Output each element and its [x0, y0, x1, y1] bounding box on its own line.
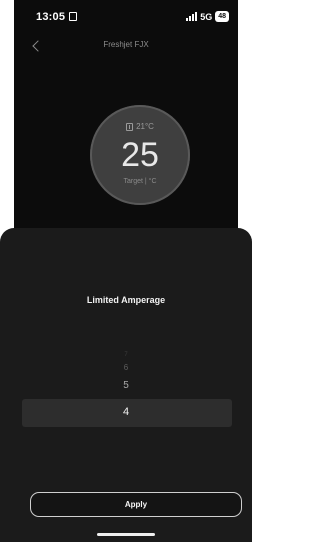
sheet-title: Limited Amperage [86, 295, 166, 305]
picker-selected-option[interactable]: 4 [0, 406, 252, 418]
picker-option[interactable]: 7 [0, 352, 252, 358]
apply-button[interactable]: Apply [30, 492, 242, 517]
screen-lock-icon [69, 12, 77, 21]
nav-bar: Freshjet FJX [14, 36, 238, 62]
picker-option[interactable]: 5 [0, 380, 252, 391]
page-title: Freshjet FJX [103, 40, 149, 49]
target-temp-label: Target | °C [123, 178, 157, 185]
battery-icon: 48 [215, 11, 229, 22]
network-type: 5G [200, 11, 213, 22]
status-bar: 13:05 5G 48 [14, 0, 238, 30]
target-temp-value: 25 [121, 136, 159, 174]
signal-icon [186, 12, 198, 21]
picker-option[interactable]: 6 [0, 363, 252, 372]
current-temp-row: 21°C [90, 122, 190, 131]
thermometer-icon [126, 122, 134, 131]
home-indicator [97, 533, 155, 536]
temperature-dial[interactable]: 21°C 25 Target | °C [90, 105, 190, 205]
status-indicators: 5G 48 [186, 11, 229, 22]
status-time: 13:05 [36, 11, 66, 23]
current-temp: 21°C [136, 122, 154, 131]
